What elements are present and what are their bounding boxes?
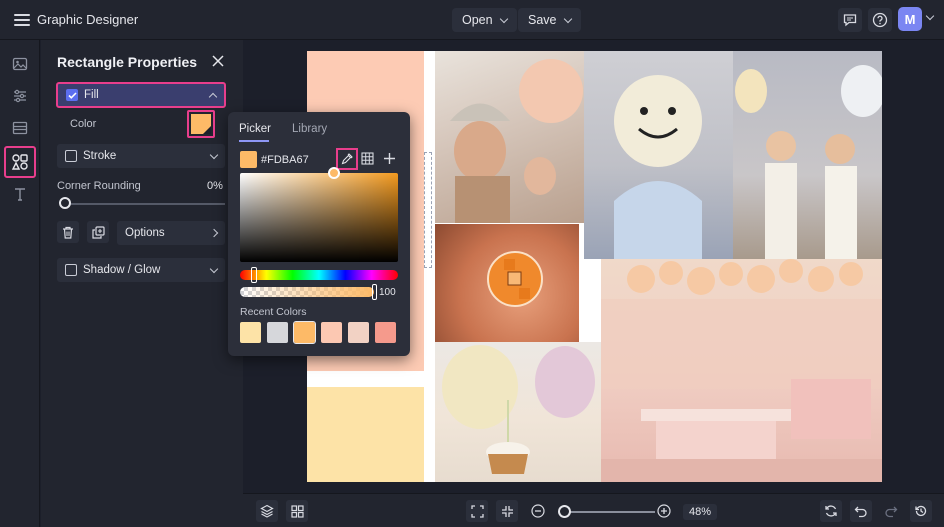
refresh-icon[interactable] — [820, 500, 842, 522]
zoom-in-icon[interactable] — [657, 504, 671, 521]
shrink-icon[interactable] — [496, 500, 518, 522]
fill-toggle-row[interactable]: Fill — [56, 82, 226, 108]
eyedropper-icon[interactable] — [336, 148, 358, 170]
corner-rounding-knob[interactable] — [59, 197, 71, 209]
tab-picker-underline — [239, 140, 269, 142]
shadow-label: Shadow / Glow — [83, 264, 161, 276]
panel-title: Rectangle Properties — [57, 54, 198, 70]
photo-two-girls[interactable] — [733, 51, 882, 259]
help-icon[interactable] — [868, 8, 892, 32]
hue-slider[interactable] — [240, 270, 398, 280]
stroke-toggle-row[interactable]: Stroke — [57, 144, 225, 168]
fill-label: Fill — [84, 89, 99, 101]
shadow-checkbox[interactable] — [65, 264, 77, 276]
graphics-shapes-icon[interactable] — [4, 146, 36, 178]
saturation-knob[interactable] — [328, 167, 340, 179]
avatar[interactable]: M — [898, 7, 922, 31]
redo-icon[interactable] — [880, 500, 902, 522]
bottom-bar: 48% — [243, 493, 944, 527]
zoom-knob[interactable] — [558, 505, 571, 518]
photo-smiley-balloon[interactable] — [584, 51, 733, 259]
fill-checkbox[interactable] — [66, 89, 78, 101]
fill-color-swatch[interactable] — [187, 110, 215, 138]
add-color-icon[interactable] — [383, 152, 397, 166]
recent-color-swatch[interactable] — [348, 322, 369, 343]
hex-input[interactable]: #FDBA67 — [261, 154, 309, 166]
opacity-slider[interactable] — [240, 287, 374, 297]
comment-icon[interactable] — [838, 8, 862, 32]
avatar-chevron-down-icon[interactable] — [925, 11, 935, 21]
shadow-glow-row[interactable]: Shadow / Glow — [57, 258, 225, 282]
corner-rounding-track[interactable] — [65, 203, 225, 205]
recent-color-swatch[interactable] — [267, 322, 288, 343]
zoom-track[interactable] — [559, 511, 655, 513]
options-button[interactable]: Options — [117, 221, 225, 245]
opacity-knob[interactable] — [372, 284, 377, 300]
photo-cupcake[interactable] — [435, 342, 601, 482]
selection-box[interactable] — [424, 152, 432, 268]
chevron-down-icon — [209, 150, 219, 159]
current-color-swatch — [240, 151, 257, 168]
photo-girl-balloon[interactable] — [435, 51, 584, 223]
grid-view-icon[interactable] — [286, 500, 308, 522]
recent-color-swatch[interactable] — [321, 322, 342, 343]
menu-icon[interactable] — [14, 11, 30, 27]
corner-rounding-label: Corner Rounding — [57, 180, 141, 192]
color-label: Color — [70, 118, 97, 130]
tab-picker[interactable]: Picker — [239, 123, 271, 135]
tab-library[interactable]: Library — [292, 123, 327, 135]
close-icon[interactable] — [211, 54, 225, 68]
stroke-label: Stroke — [83, 150, 117, 162]
opacity-value: 100 — [379, 287, 396, 298]
open-button[interactable]: Open — [452, 8, 517, 32]
recent-color-swatch[interactable] — [240, 322, 261, 343]
adjustments-icon[interactable] — [6, 82, 34, 110]
chevron-down-icon — [563, 14, 572, 23]
fit-screen-icon[interactable] — [466, 500, 488, 522]
top-bar: Graphic Designer Open Save M — [0, 0, 944, 40]
hue-knob[interactable] — [251, 267, 257, 283]
chevron-down-icon — [499, 14, 508, 23]
stroke-checkbox[interactable] — [65, 150, 77, 162]
image-tool-icon[interactable] — [6, 50, 34, 78]
chevron-up-icon — [208, 92, 218, 101]
saturation-value-area[interactable] — [240, 173, 398, 262]
layers-icon[interactable] — [256, 500, 278, 522]
undo-icon[interactable] — [850, 500, 872, 522]
recent-color-swatch[interactable] — [375, 322, 396, 343]
properties-panel: Rectangle Properties Fill Color Stroke C… — [41, 40, 243, 527]
chevron-right-icon — [209, 228, 219, 238]
duplicate-button[interactable] — [87, 221, 109, 243]
text-tool-icon[interactable] — [6, 180, 34, 208]
recent-color-swatch[interactable] — [293, 321, 316, 344]
app-title: Graphic Designer — [37, 12, 139, 27]
history-icon[interactable] — [910, 500, 932, 522]
photo-party-table[interactable] — [601, 259, 882, 482]
color-picker-popover: Picker Library #FDBA67 100 Recent Colors — [228, 112, 410, 356]
save-label: Save — [528, 13, 557, 27]
recent-colors-label: Recent Colors — [240, 306, 307, 318]
zoom-value[interactable]: 48% — [683, 504, 718, 520]
cream-rectangle[interactable] — [307, 387, 424, 482]
chevron-down-icon — [209, 264, 219, 273]
save-button[interactable]: Save — [518, 8, 581, 32]
layout-icon[interactable] — [6, 114, 34, 142]
photo-hands-confetti[interactable] — [435, 224, 579, 342]
grid-icon[interactable] — [361, 152, 375, 166]
delete-button[interactable] — [57, 221, 79, 243]
options-label: Options — [125, 227, 165, 239]
tool-rail — [0, 40, 40, 527]
corner-rounding-value: 0% — [207, 180, 223, 192]
zoom-out-icon[interactable] — [531, 504, 545, 521]
open-label: Open — [462, 13, 493, 27]
